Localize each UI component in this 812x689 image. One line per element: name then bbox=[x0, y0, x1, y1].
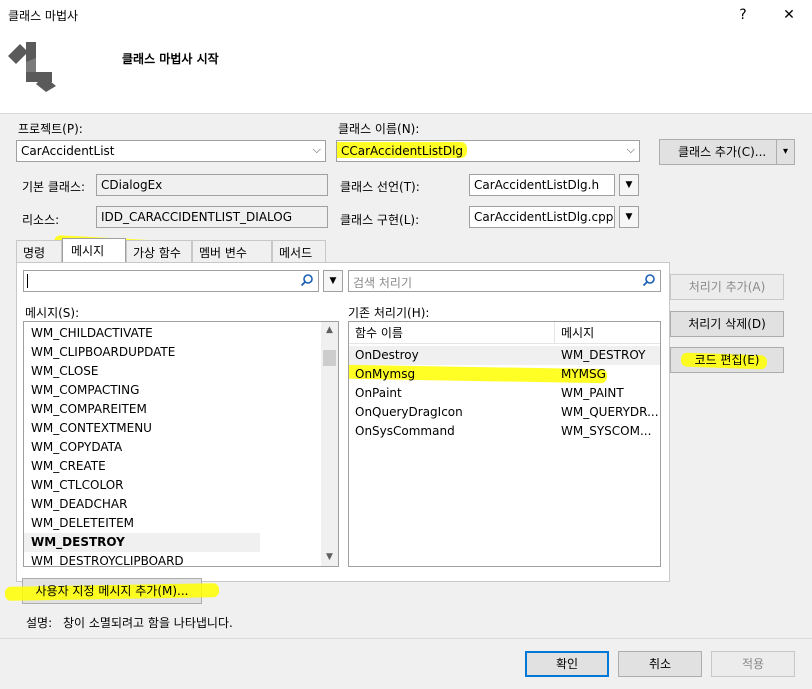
handler-row[interactable]: OnSysCommand WM_SYSCOM... bbox=[349, 422, 660, 441]
class-name-combo[interactable]: CCarAccidentListDlg ⌵ bbox=[336, 140, 640, 162]
message-list-item[interactable]: WM_DELETEITEM bbox=[24, 514, 338, 533]
help-button[interactable]: ? bbox=[728, 4, 758, 26]
messages-list: WM_CHILDACTIVATE WM_CLIPBOARDUPDATE WM_CLO… bbox=[24, 322, 338, 566]
delete-handler-button[interactable]: 처리기 삭제(D) bbox=[670, 311, 784, 337]
handler-message-cell: WM_PAINT bbox=[561, 386, 624, 400]
messages-listbox[interactable]: WM_CHILDACTIVATE WM_CLIPBOARDUPDATE WM_CLO… bbox=[23, 321, 339, 567]
resource-field: IDD_CARACCIDENTLIST_DIALOG bbox=[96, 206, 328, 228]
description-text: 창이 소멸되려고 함을 나타냅니다. bbox=[63, 616, 233, 630]
handler-message-cell: MYMSG bbox=[561, 367, 606, 381]
class-name-label: 클래스 이름(N): bbox=[338, 122, 420, 136]
messages-list-label: 메시지(S): bbox=[25, 306, 80, 320]
add-handler-button[interactable]: 처리기 추가(A) bbox=[670, 274, 784, 300]
tab-commands[interactable]: 명령 bbox=[16, 240, 62, 262]
class-impl-dropdown[interactable]: ▼ bbox=[619, 206, 639, 228]
tab-methods[interactable]: 메서드 bbox=[272, 240, 326, 262]
handler-search-input[interactable]: 검색 처리기 bbox=[348, 270, 661, 292]
scroll-up-icon[interactable]: ▲ bbox=[321, 322, 338, 339]
handler-message-cell: WM_DESTROY bbox=[561, 348, 646, 362]
title-bar: 클래스 마법사 ? ✕ bbox=[0, 0, 812, 30]
project-value: CarAccidentList bbox=[21, 144, 115, 158]
search-icon[interactable] bbox=[300, 273, 314, 290]
class-wizard-icon bbox=[6, 38, 60, 95]
project-combo[interactable]: CarAccidentList ⌵ bbox=[16, 140, 326, 162]
add-class-dropdown[interactable]: ▾ bbox=[776, 140, 794, 164]
class-decl-label: 클래스 선언(T): bbox=[340, 180, 420, 194]
window-title: 클래스 마법사 bbox=[8, 9, 79, 23]
class-name-value: CCarAccidentListDlg bbox=[341, 144, 464, 158]
base-class-label: 기본 클래스: bbox=[22, 180, 86, 194]
handler-row[interactable]: OnDestroy WM_DESTROY bbox=[349, 346, 660, 365]
handler-function-cell: OnDestroy bbox=[355, 348, 419, 362]
scroll-down-icon[interactable]: ▼ bbox=[321, 549, 338, 566]
class-impl-field[interactable]: CarAccidentListDlg.cpp bbox=[469, 206, 615, 228]
edit-code-label: 코드 편집(E) bbox=[694, 353, 760, 367]
message-list-item[interactable]: WM_COMPACTING bbox=[24, 381, 338, 400]
message-list-item[interactable]: WM_CLOSE bbox=[24, 362, 338, 381]
add-custom-message-button[interactable]: 사용자 지정 메시지 추가(M)... bbox=[4, 578, 220, 604]
message-list-item[interactable]: WM_DESTROY bbox=[24, 533, 260, 552]
tab-messages[interactable]: 메시지 bbox=[62, 238, 126, 262]
handlers-list: OnDestroy WM_DESTROY OnMymsg MYMSG OnPaint WM… bbox=[349, 346, 660, 441]
search-icon[interactable] bbox=[642, 273, 656, 290]
tab-virtual-functions[interactable]: 가상 함수 bbox=[126, 240, 192, 262]
tab-member-variables[interactable]: 멤버 변수 bbox=[192, 240, 272, 262]
message-list-item[interactable]: WM_CTLCOLOR bbox=[24, 476, 338, 495]
message-list-item[interactable]: WM_CHILDACTIVATE bbox=[24, 324, 338, 343]
message-list-item[interactable]: WM_CREATE bbox=[24, 457, 338, 476]
tab-panel: ▼ 메시지(S): WM_CHILDACTIVATE WM_CLIPBOARDUP… bbox=[16, 262, 670, 582]
description-label: 설명: bbox=[26, 616, 53, 630]
handler-function-cell: OnPaint bbox=[355, 386, 402, 400]
message-list-item[interactable]: WM_COMPAREITEM bbox=[24, 400, 338, 419]
message-list-item[interactable]: WM_DESTROYCLIPBOARD bbox=[24, 552, 338, 566]
handler-row[interactable]: OnMymsg MYMSG bbox=[349, 364, 660, 384]
handler-message-cell: WM_SYSCOM... bbox=[561, 424, 652, 438]
ok-button[interactable]: 확인 bbox=[525, 651, 609, 677]
chevron-down-icon: ⌵ bbox=[312, 143, 321, 156]
message-filter-dropdown[interactable]: ▼ bbox=[323, 270, 343, 292]
handler-function-cell: OnSysCommand bbox=[355, 424, 455, 438]
scroll-thumb[interactable] bbox=[323, 350, 336, 366]
column-header-message[interactable]: 메시지 bbox=[555, 322, 660, 344]
handlers-list-label: 기존 처리기(H): bbox=[348, 306, 430, 320]
class-decl-value: CarAccidentListDlg.h bbox=[474, 178, 600, 192]
message-list-item[interactable]: WM_DEADCHAR bbox=[24, 495, 338, 514]
message-search-input[interactable] bbox=[23, 270, 319, 292]
resource-value: IDD_CARACCIDENTLIST_DIALOG bbox=[101, 210, 293, 224]
message-list-item[interactable]: WM_COPYDATA bbox=[24, 438, 338, 457]
class-decl-field[interactable]: CarAccidentListDlg.h bbox=[469, 174, 615, 196]
cancel-button[interactable]: 취소 bbox=[618, 651, 702, 677]
text-cursor bbox=[27, 274, 28, 288]
header-title: 클래스 마법사 시작 bbox=[122, 52, 219, 66]
add-class-label: 클래스 추가(C)... bbox=[678, 145, 767, 159]
handler-function-cell: OnQueryDragIcon bbox=[355, 405, 463, 419]
column-header-function[interactable]: 함수 이름 bbox=[349, 322, 555, 344]
handlers-listview[interactable]: 함수 이름 메시지 OnDestroy WM_DESTROY OnMymsg MYMS… bbox=[348, 321, 661, 567]
resource-label: 리소스: bbox=[22, 213, 60, 227]
class-impl-value: CarAccidentListDlg.cpp bbox=[474, 210, 614, 224]
message-list-item[interactable]: WM_CONTEXTMENU bbox=[24, 419, 338, 438]
add-custom-message-label: 사용자 지정 메시지 추가(M)... bbox=[35, 584, 189, 598]
handler-row[interactable]: OnPaint WM_PAINT bbox=[349, 384, 660, 403]
dialog-footer: 확인 취소 적용 bbox=[0, 638, 812, 689]
add-class-button[interactable]: 클래스 추가(C)... ▾ bbox=[659, 139, 795, 165]
edit-code-button[interactable]: 코드 편집(E) bbox=[670, 347, 784, 373]
wizard-header: 클래스 마법사 시작 bbox=[0, 30, 812, 114]
handler-function-cell: OnMymsg bbox=[355, 367, 416, 381]
chevron-down-icon: ⌵ bbox=[626, 143, 635, 156]
class-impl-label: 클래스 구현(L): bbox=[340, 213, 420, 227]
handler-row[interactable]: OnQueryDragIcon WM_QUERYDR... bbox=[349, 403, 660, 422]
apply-button[interactable]: 적용 bbox=[711, 651, 795, 677]
message-list-item[interactable]: WM_CLIPBOARDUPDATE bbox=[24, 343, 338, 362]
close-button[interactable]: ✕ bbox=[774, 4, 804, 26]
messages-scrollbar[interactable]: ▲ ▼ bbox=[321, 322, 338, 566]
class-decl-dropdown[interactable]: ▼ bbox=[619, 174, 639, 196]
base-class-value: CDialogEx bbox=[101, 178, 163, 192]
handler-message-cell: WM_QUERYDR... bbox=[561, 405, 659, 419]
base-class-field: CDialogEx bbox=[96, 174, 328, 196]
handler-search-placeholder: 검색 처리기 bbox=[353, 276, 413, 290]
project-label: 프로젝트(P): bbox=[18, 122, 83, 136]
